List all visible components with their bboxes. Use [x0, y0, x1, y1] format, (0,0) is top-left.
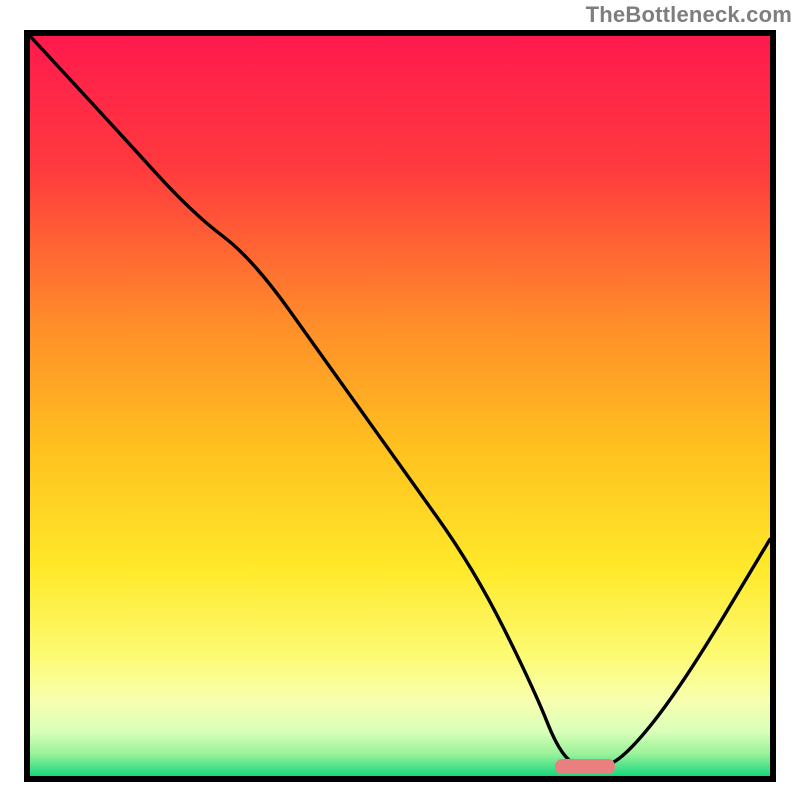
heat-gradient-bg	[30, 36, 770, 776]
gradient-rect	[30, 36, 770, 776]
watermark-text: TheBottleneck.com	[586, 2, 792, 28]
plot-area	[24, 30, 776, 782]
sweet-spot-marker	[555, 759, 614, 774]
chart-root: TheBottleneck.com	[0, 0, 800, 800]
